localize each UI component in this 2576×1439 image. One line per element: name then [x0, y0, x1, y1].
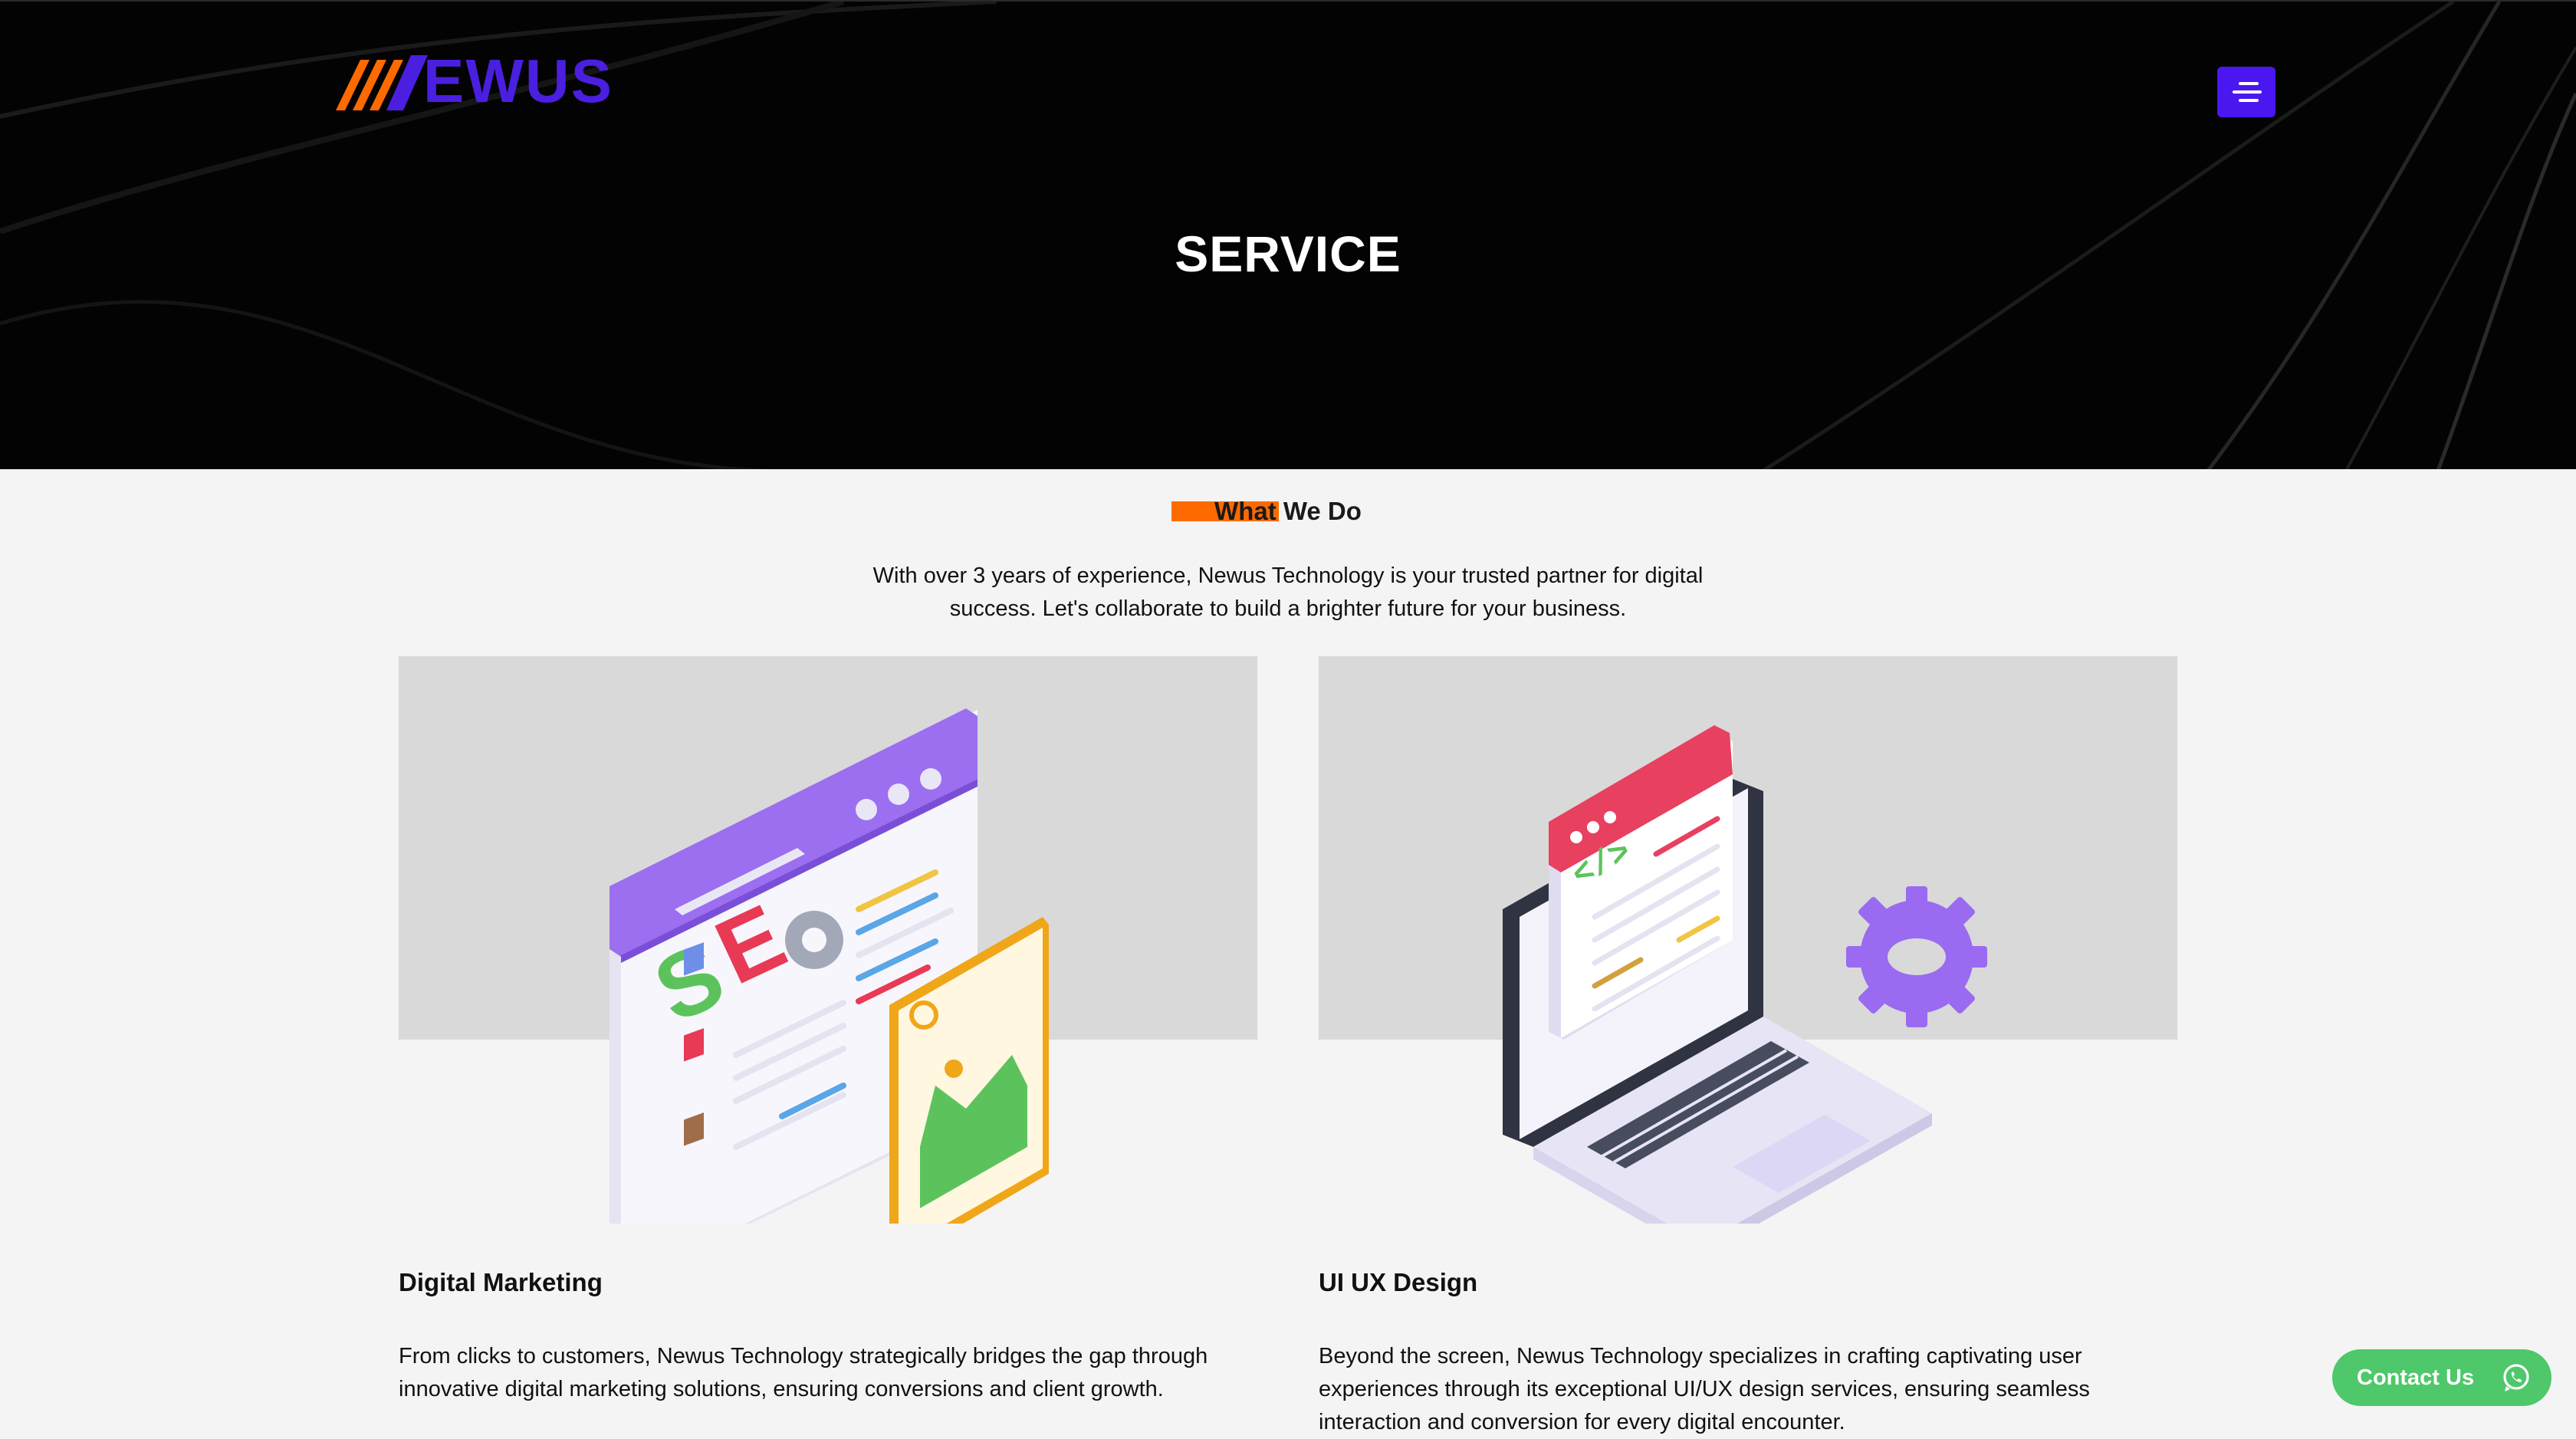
page-title: SERVICE [1175, 225, 1401, 282]
section-label: What We Do [1214, 497, 1362, 525]
logo-text: EWUS [423, 47, 613, 115]
hero-banner: EWUS SERVICE [0, 0, 2576, 469]
newus-chevron-logo-icon [336, 55, 428, 110]
section-heading: What We Do [0, 498, 2576, 524]
service-title[interactable]: Digital Marketing [399, 1270, 603, 1295]
contact-us-label: Contact Us [2357, 1365, 2475, 1390]
whatsapp-icon [2503, 1364, 2529, 1391]
service-title[interactable]: UI UX Design [1319, 1270, 1477, 1295]
menu-button[interactable] [2217, 67, 2275, 117]
hamburger-menu-icon [2233, 82, 2262, 102]
seo-browser-illustration: S E [610, 708, 1049, 1224]
contact-us-button[interactable]: Contact Us [2332, 1349, 2551, 1406]
service-description: From clicks to customers, Newus Technolo… [399, 1344, 1208, 1401]
brand-logo[interactable]: EWUS [336, 49, 613, 113]
laptop-code-gear-illustration: </> [1503, 725, 1987, 1224]
section-intro: With over 3 years of experience, Newus T… [872, 563, 1704, 621]
